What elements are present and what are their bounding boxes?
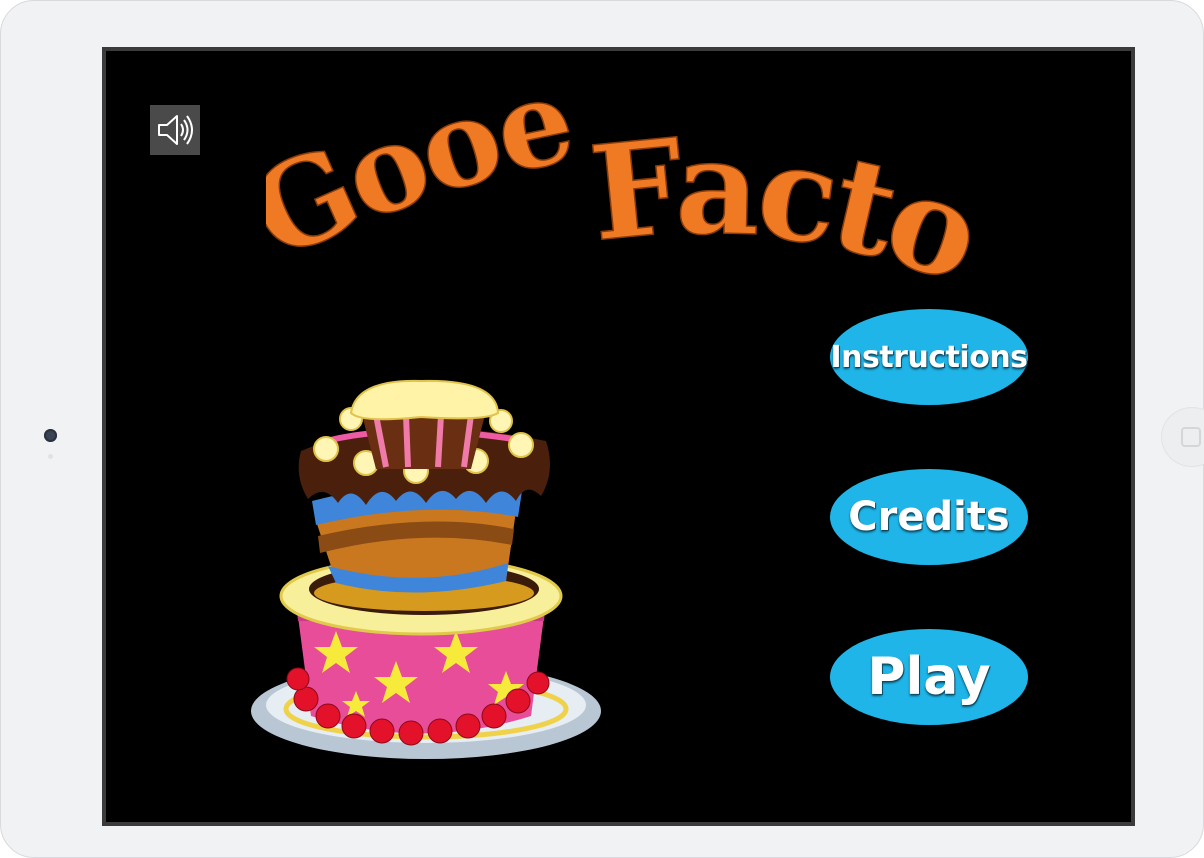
sound-toggle-button[interactable]	[150, 105, 200, 155]
credits-label: Credits	[848, 494, 1010, 540]
instructions-label: Instructions	[830, 339, 1028, 375]
tablet-frame: Gooey Factory	[0, 0, 1204, 858]
game-title: Gooey Factory	[228, 51, 1001, 312]
title-word-gooey: Gooey	[266, 61, 581, 286]
instructions-button[interactable]: Instructions	[830, 309, 1028, 405]
game-screen: Gooey Factory	[102, 47, 1135, 826]
front-camera	[44, 429, 57, 442]
light-sensor	[48, 454, 53, 459]
play-label: Play	[867, 647, 991, 707]
cake-illustration	[246, 331, 606, 771]
home-button[interactable]	[1161, 407, 1204, 467]
play-button[interactable]: Play	[830, 629, 1028, 725]
credits-button[interactable]: Credits	[830, 469, 1028, 565]
speaker-icon	[158, 115, 193, 145]
